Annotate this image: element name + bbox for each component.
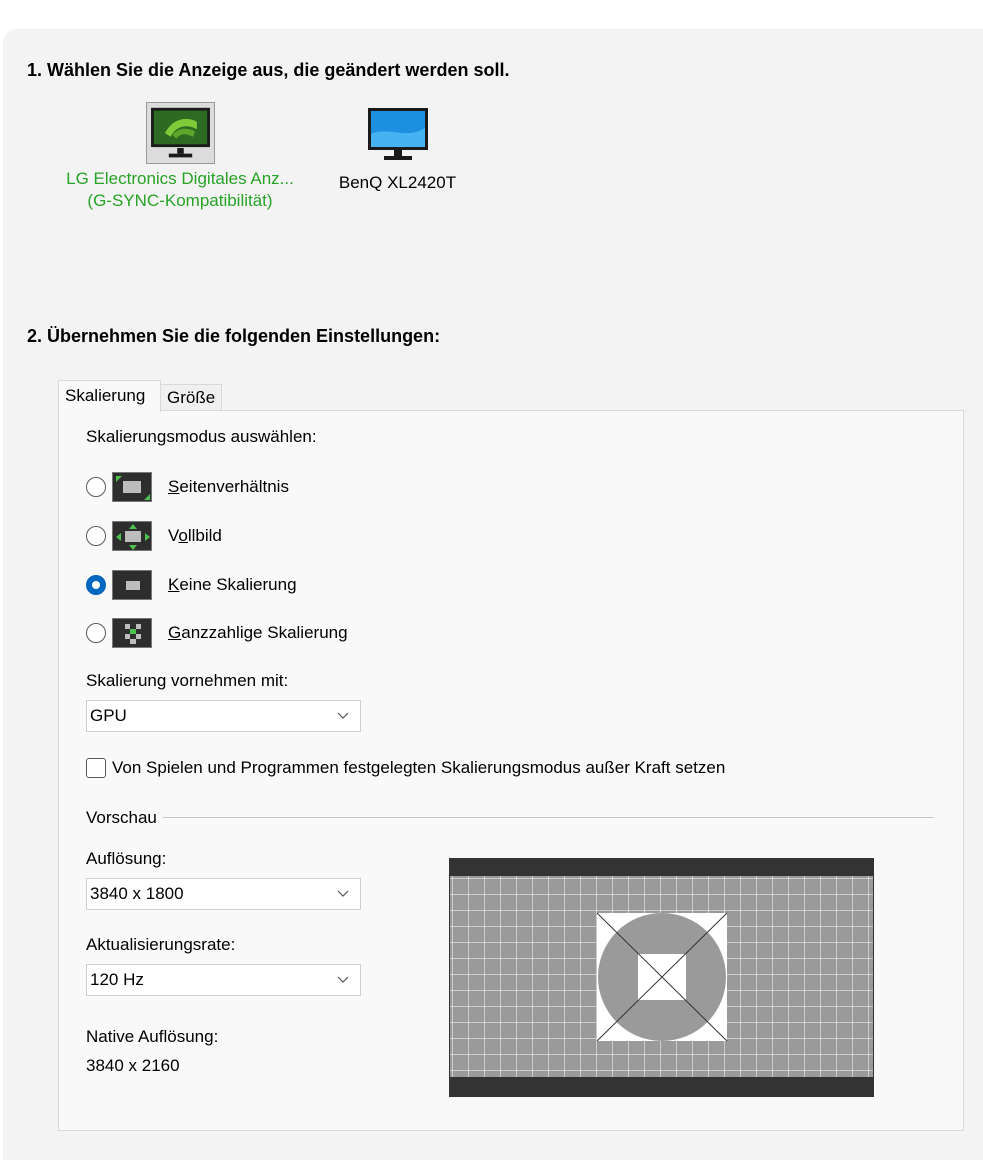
tab-skalierung[interactable]: Skalierung [58, 380, 161, 412]
display-lg-name: LG Electronics Digitales Anz... [66, 169, 294, 188]
step2-heading: 2. Übernehmen Sie die folgenden Einstell… [27, 326, 441, 346]
perform-scaling-select[interactable]: GPU [86, 700, 361, 732]
radio-aspect[interactable] [86, 477, 106, 497]
override-row[interactable]: Von Spielen und Programmen festgelegten … [86, 758, 725, 778]
refresh-rate-label: Aktualisierungsrate: [86, 935, 236, 954]
radio-row-integer[interactable]: Ganzzahlige Skalierung [86, 618, 348, 648]
radio-fullscreen[interactable] [86, 526, 106, 546]
display-benq-item[interactable]: BenQ XL2420T [320, 102, 475, 194]
display-lg-subtitle: (G-SYNC-Kompatibilität) [87, 191, 273, 210]
preview-group-divider [163, 817, 934, 818]
chevron-down-icon [337, 890, 349, 897]
scaling-preview-image [449, 858, 874, 1097]
integer-scaling-icon [112, 618, 152, 648]
radio-label-no-scaling: Keine Skalierung [168, 575, 297, 594]
tab-groesse[interactable]: Größe [160, 384, 222, 411]
fullscreen-icon [112, 521, 152, 551]
perform-scaling-value: GPU [90, 706, 127, 725]
scaling-mode-heading: Skalierungsmodus auswählen: [86, 427, 317, 446]
aspect-ratio-icon [112, 472, 152, 502]
native-resolution-label: Native Auflösung: [86, 1027, 219, 1046]
no-scaling-icon [112, 570, 152, 600]
refresh-rate-select[interactable]: 120 Hz [86, 964, 361, 996]
refresh-rate-value: 120 Hz [90, 970, 144, 989]
chevron-down-icon [337, 976, 349, 983]
radio-label-fullscreen: Vollbild [168, 526, 222, 545]
radio-label-integer: Ganzzahlige Skalierung [168, 623, 348, 642]
display-benq-name: BenQ XL2420T [338, 173, 457, 192]
resolution-label: Auflösung: [86, 849, 167, 868]
radio-no-scaling[interactable] [86, 575, 106, 595]
radio-row-aspect[interactable]: Seitenverhältnis [86, 472, 289, 502]
resolution-select[interactable]: 3840 x 1800 [86, 878, 361, 910]
radio-row-fullscreen[interactable]: Vollbild [86, 521, 222, 551]
radio-label-aspect: Seitenverhältnis [168, 477, 289, 496]
radio-row-no-scaling[interactable]: Keine Skalierung [86, 570, 297, 600]
override-checkbox[interactable] [86, 758, 106, 778]
monitor-icon [367, 108, 428, 160]
chevron-down-icon [337, 712, 349, 719]
display-lg-item[interactable]: LG Electronics Digitales Anz... (G-SYNC-… [50, 102, 310, 212]
preview-group-label: Vorschau [86, 808, 157, 827]
resolution-value: 3840 x 1800 [90, 884, 184, 903]
step1-heading: 1. Wählen Sie die Anzeige aus, die geänd… [27, 60, 510, 80]
native-resolution-value: 3840 x 2160 [86, 1056, 180, 1075]
override-label: Von Spielen und Programmen festgelegten … [112, 758, 726, 777]
nvidia-monitor-icon [145, 102, 215, 164]
perform-scaling-label: Skalierung vornehmen mit: [86, 671, 289, 690]
radio-integer[interactable] [86, 623, 106, 643]
